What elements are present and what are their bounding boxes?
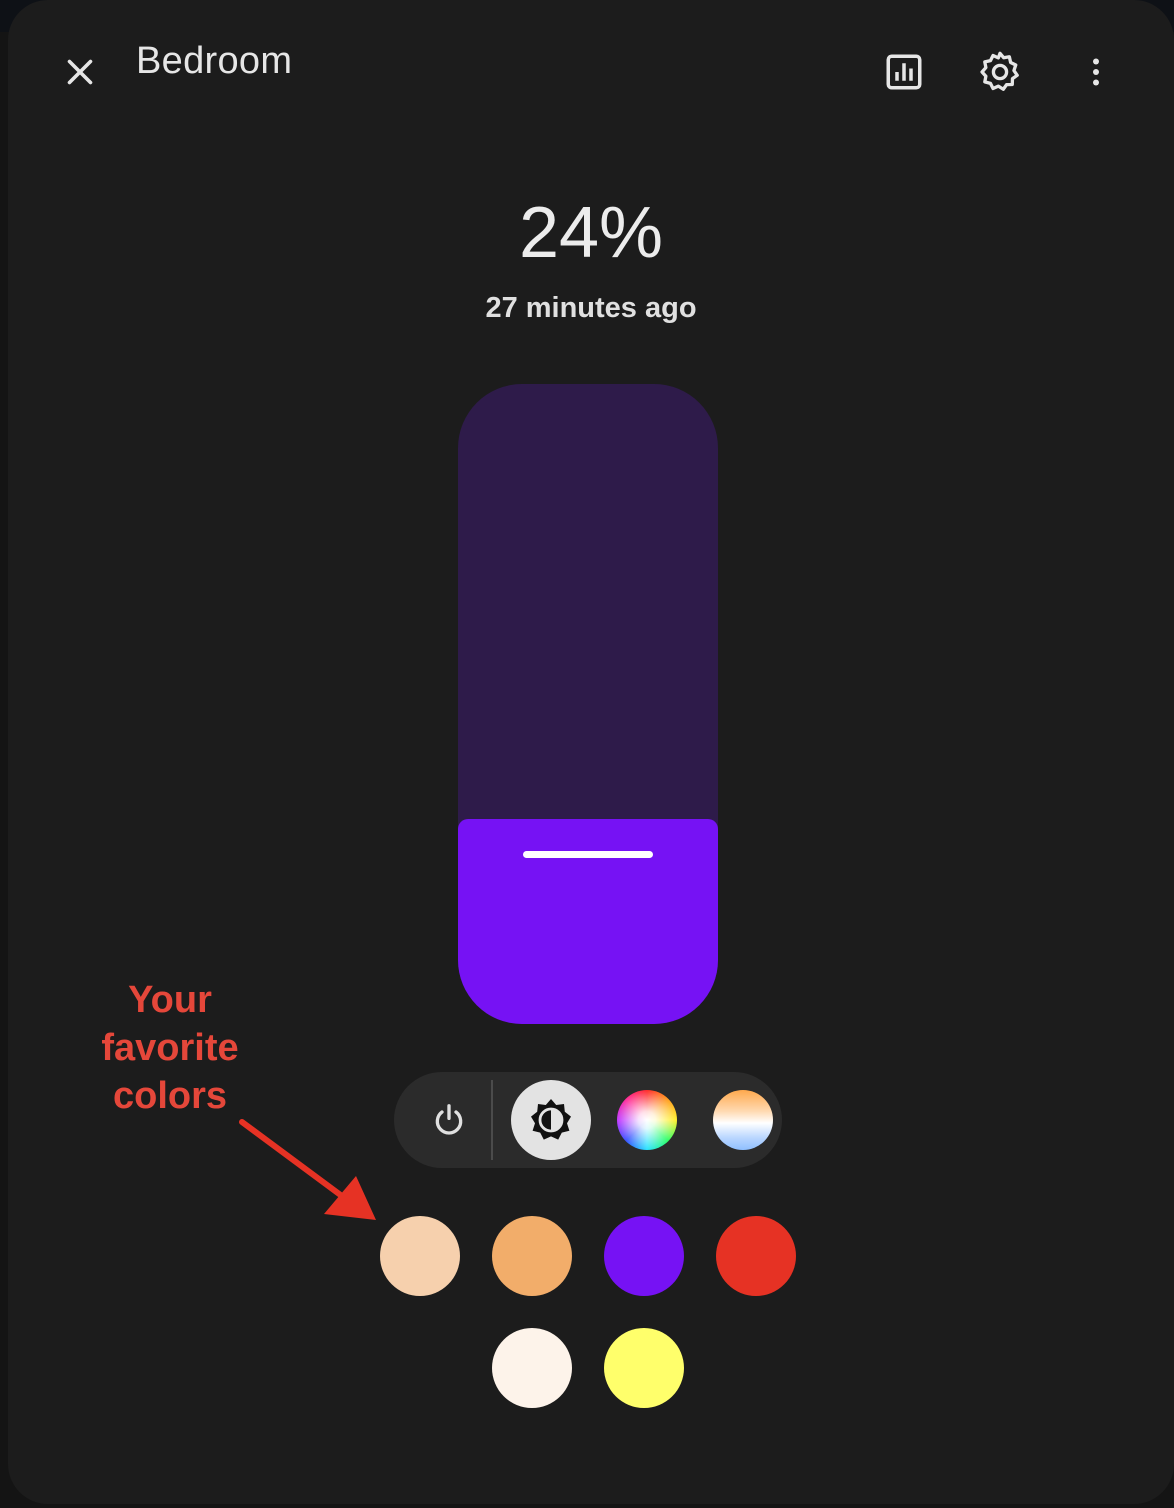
brightness-slider-handle[interactable] — [523, 851, 653, 858]
favorite-color-2[interactable] — [492, 1216, 572, 1296]
color-mode-button[interactable] — [607, 1080, 687, 1160]
more-info-dialog: Bedroom 24% 27 minutes ago Your favorite… — [8, 0, 1174, 1504]
power-icon — [435, 1104, 463, 1135]
last-changed: 27 minutes ago — [485, 292, 697, 324]
annotation-arrow-icon — [239, 1119, 376, 1220]
close-button[interactable] — [44, 36, 116, 108]
brightness-state: 24% — [518, 193, 664, 273]
chart-box-icon — [886, 54, 922, 90]
settings-button[interactable] — [964, 36, 1036, 108]
brightness-slider[interactable] — [458, 384, 718, 1024]
mode-selector — [394, 1072, 782, 1168]
annotation-line-2: favorite — [101, 1027, 239, 1069]
color-wheel-icon — [617, 1090, 677, 1150]
close-icon — [67, 59, 93, 85]
brightness-icon — [531, 1099, 571, 1140]
more-options-button[interactable] — [1060, 36, 1132, 108]
history-button[interactable] — [868, 36, 940, 108]
power-toggle-button[interactable] — [409, 1080, 489, 1160]
brightness-mode-button[interactable] — [511, 1080, 591, 1160]
gear-icon — [980, 51, 1019, 91]
favorite-color-6[interactable] — [604, 1328, 684, 1408]
color-temperature-icon — [713, 1090, 773, 1150]
dots-vertical-icon — [1093, 58, 1099, 86]
brightness-slider-fill — [458, 819, 718, 1024]
dialog-title: Bedroom — [136, 40, 293, 82]
favorite-color-3[interactable] — [604, 1216, 684, 1296]
annotation-line-1: Your — [128, 979, 212, 1021]
color-temperature-mode-button[interactable] — [703, 1080, 783, 1160]
favorite-colors-annotation: Your favorite colors — [68, 976, 272, 1120]
mode-divider — [491, 1080, 493, 1160]
favorite-color-4[interactable] — [716, 1216, 796, 1296]
favorite-color-5[interactable] — [492, 1328, 572, 1408]
